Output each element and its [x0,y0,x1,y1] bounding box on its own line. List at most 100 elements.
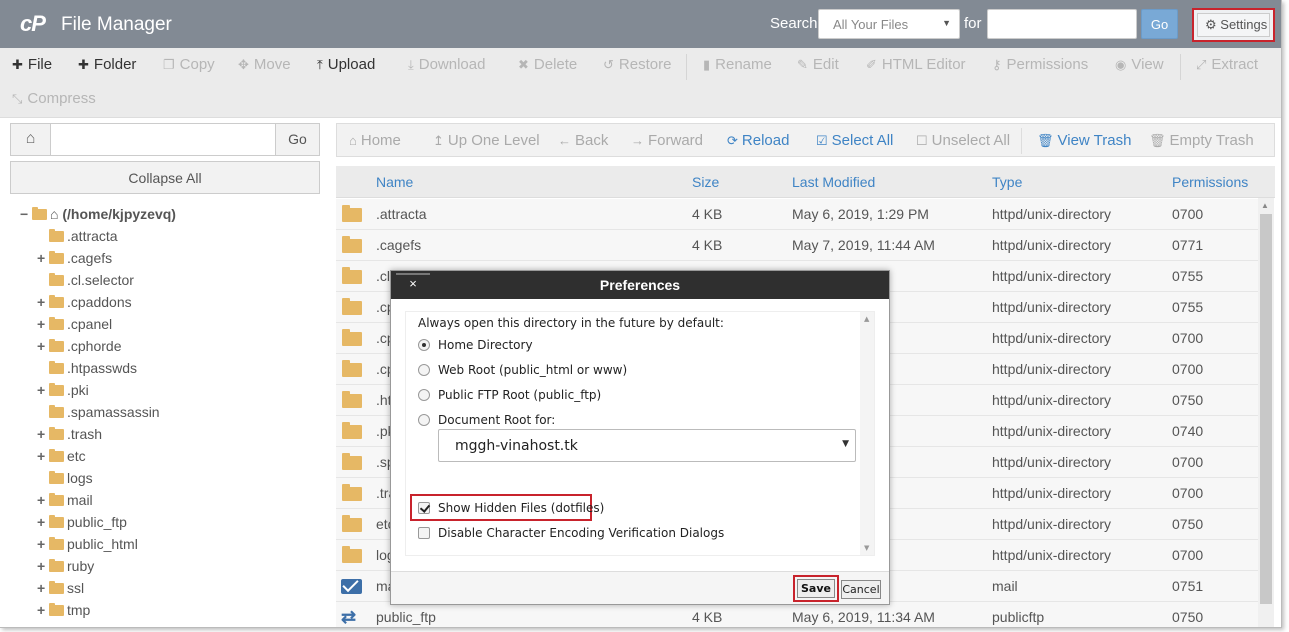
empty-trash-button[interactable]: 🗑 Empty Trash [1149,132,1254,149]
new-file-button[interactable]: ✚ File [12,56,52,73]
column-type[interactable]: Type [992,174,1022,190]
reload-button[interactable]: ⟳ Reload [727,132,789,149]
html-editor-button[interactable]: ✐ HTML Editor [866,56,966,73]
search-scope-value: All Your Files [833,17,909,32]
expand-icon[interactable]: + [37,602,49,618]
scroll-up-icon[interactable]: ▲ [1261,201,1269,210]
collapse-all-button[interactable]: Collapse All [10,161,320,194]
search-scope-select[interactable]: All Your Files ▼ [818,9,960,39]
rename-button[interactable]: ▮ Rename [703,56,772,73]
expand-icon[interactable]: + [37,514,49,530]
cell-type: httpd/unix-directory [992,547,1112,563]
expand-icon[interactable]: + [37,536,49,552]
radio-public-ftp-root[interactable]: Public FTP Root (public_ftp) [418,388,601,406]
search-go-button[interactable]: Go [1141,9,1178,39]
radio-web-root[interactable]: Web Root (public_html or www) [418,363,627,381]
document-root-select[interactable]: mggh-vinahost.tk ▼ [438,429,856,462]
tree-item[interactable]: + tmp [37,602,90,624]
back-button[interactable]: ← Back [558,132,608,149]
column-last-modified[interactable]: Last Modified [792,174,875,190]
folder-icon [49,295,64,308]
table-row[interactable]: .cagefs 4 KB May 7, 2019, 11:44 AM httpd/un… [336,230,1258,261]
settings-button[interactable]: ⚙ Settings [1197,13,1270,37]
table-row[interactable]: .attracta 4 KB May 6, 2019, 1:29 PM httpd/u… [336,199,1258,230]
upload-button[interactable]: ⤒ Upload [317,56,375,73]
radio-button[interactable] [418,339,430,351]
unselect-all-button[interactable]: ☐ Unselect All [916,132,1010,149]
permissions-button[interactable]: ⚷ Permissions [992,56,1088,73]
compress-button[interactable]: ⤡ Compress [12,90,96,107]
tree-item[interactable]: + etc [37,448,86,470]
cpanel-logo[interactable]: cP [20,11,46,37]
expand-icon[interactable]: + [37,294,49,310]
delete-button[interactable]: ✖ Delete [518,56,577,73]
copy-button[interactable]: ❐ Copy [163,56,215,73]
table-row[interactable]: ⇄ public_ftp 4 KB May 6, 2019, 11:34 AM publ… [336,602,1258,627]
disable-encoding-checkbox[interactable] [418,527,430,539]
column-permissions[interactable]: Permissions [1172,174,1248,190]
cancel-button[interactable]: Cancel [841,580,881,599]
download-button[interactable]: ⤓ Download [408,56,485,73]
expand-icon[interactable]: + [37,382,49,398]
tree-item[interactable]: .cl.selector [37,272,134,294]
radio-home-directory[interactable]: Home Directory [418,338,533,356]
tree-item[interactable]: + .cpanel [37,316,112,338]
radio-button[interactable] [418,364,430,376]
radio-button[interactable] [418,414,430,426]
chevron-down-icon: ▼ [942,18,951,28]
expand-icon[interactable]: + [37,580,49,596]
show-hidden-checkbox[interactable] [418,502,430,514]
view-button[interactable]: ◉ View [1115,56,1164,73]
disable-encoding-option[interactable]: Disable Character Encoding Verification … [418,526,724,544]
tree-item[interactable]: + mail [37,492,93,514]
select-all-button[interactable]: ☑ Select All [816,132,893,149]
dialog-scrollbar[interactable]: ▲ ▼ [860,312,874,555]
restore-button[interactable]: ↺ Restore [603,56,671,73]
expand-icon[interactable]: + [37,338,49,354]
column-name[interactable]: Name [376,174,413,190]
expand-icon[interactable]: + [37,448,49,464]
expand-icon[interactable]: + [37,426,49,442]
forward-button[interactable]: → Forward [631,132,703,149]
compress-icon: ⤡ [12,91,23,106]
tree-item[interactable]: + ruby [37,558,94,580]
extract-button[interactable]: ⤢ Extract [1196,56,1258,73]
tree-item[interactable]: .attracta [37,228,118,250]
expand-icon[interactable]: + [37,558,49,574]
edit-button[interactable]: ✎ Edit [797,56,839,73]
new-folder-button[interactable]: ✚ Folder [78,56,136,73]
expand-icon[interactable]: + [37,250,49,266]
move-button[interactable]: ✥ Move [238,56,291,73]
path-go-button[interactable]: Go [275,124,319,155]
tree-item[interactable]: + public_html [37,536,138,558]
expand-icon[interactable]: + [37,492,49,508]
save-button[interactable]: Save [797,579,835,598]
tree-item[interactable]: + .cphorde [37,338,121,360]
up-one-level-button[interactable]: ↥ Up One Level [433,132,540,149]
tree-item[interactable]: logs [37,470,93,492]
view-trash-button[interactable]: 🗑 View Trash [1037,132,1131,149]
scrollbar-thumb[interactable] [1260,214,1272,604]
tree-item-label: public_ftp [67,514,127,530]
tree-item[interactable]: + .cagefs [37,250,112,272]
nav-home-button[interactable]: ⌂ Home [349,132,401,149]
folder-icon [342,453,362,470]
search-input[interactable] [987,9,1137,39]
file-table-scrollbar[interactable]: ▲ [1258,198,1274,627]
tree-root[interactable]: − ⌂ (/home/kjpyzevq) [20,206,176,228]
tree-item[interactable]: + ssl [37,580,84,602]
show-hidden-files-option[interactable]: Show Hidden Files (dotfiles) [418,501,604,519]
expand-icon[interactable]: + [37,316,49,332]
column-size[interactable]: Size [692,174,719,190]
tree-item[interactable]: + public_ftp [37,514,127,536]
radio-button[interactable] [418,389,430,401]
tree-item[interactable]: + .cpaddons [37,294,132,316]
home-button[interactable]: ⌂ [11,124,51,155]
scroll-up-icon[interactable]: ▲ [864,315,869,323]
tree-item[interactable]: + .pki [37,382,89,404]
scroll-down-icon[interactable]: ▼ [864,544,869,552]
tree-item[interactable]: .spamassassin [37,404,160,426]
forward-label: Forward [648,132,704,149]
tree-item[interactable]: .htpasswds [37,360,137,382]
tree-item[interactable]: + .trash [37,426,102,448]
